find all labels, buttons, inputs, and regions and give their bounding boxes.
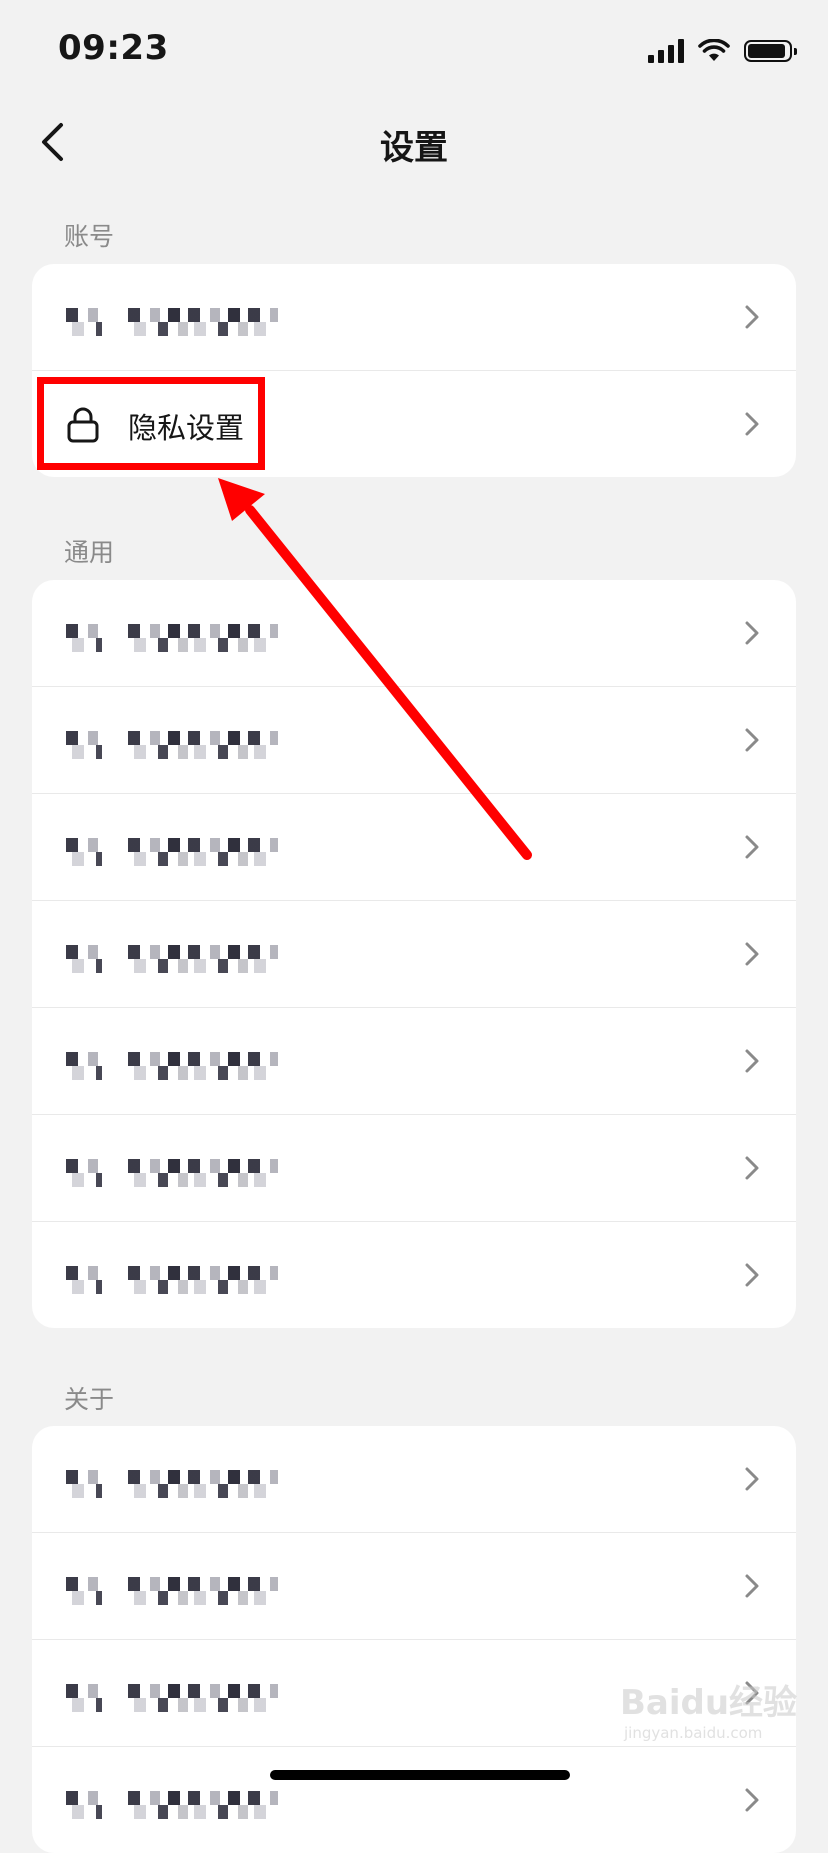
home-indicator xyxy=(270,1770,570,1780)
watermark-logo: Baidu经验 jingyan.baidu.com xyxy=(620,1683,798,1742)
pointer-arrow xyxy=(218,478,532,860)
obscured-icon xyxy=(66,1787,102,1821)
obscured-label xyxy=(128,1787,278,1821)
